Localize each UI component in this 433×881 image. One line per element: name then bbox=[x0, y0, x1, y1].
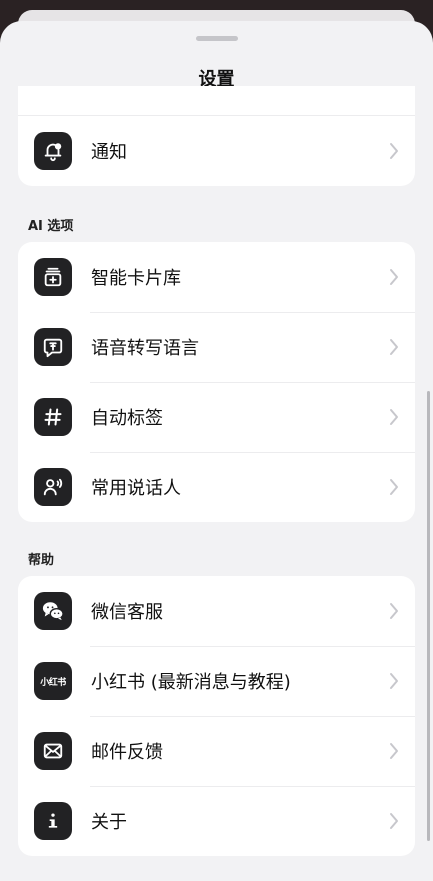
speaker-person-icon bbox=[34, 468, 72, 506]
settings-item-label: 自动标签 bbox=[91, 408, 163, 429]
section-title-ai: AI 选项 bbox=[28, 219, 74, 234]
settings-item-label: 智能卡片库 bbox=[91, 268, 181, 289]
chevron-right-icon bbox=[390, 339, 398, 355]
xiaohongshu-logo-text: 小红书 bbox=[40, 677, 66, 688]
settings-item-wechat-support[interactable]: 微信客服 bbox=[18, 576, 415, 646]
settings-item-about[interactable]: 关于 bbox=[18, 786, 415, 856]
mail-icon bbox=[34, 732, 72, 770]
settings-item-card-library[interactable]: 智能卡片库 bbox=[18, 242, 415, 312]
settings-item-transcribe-language[interactable]: 语音转写语言 bbox=[18, 312, 415, 382]
sheet-grabber[interactable] bbox=[196, 36, 238, 41]
general-group: 通知 bbox=[18, 86, 415, 186]
chevron-right-icon bbox=[390, 743, 398, 759]
chevron-right-icon bbox=[390, 479, 398, 495]
settings-item-label: 微信客服 bbox=[91, 602, 163, 623]
settings-item-label: 常用说话人 bbox=[91, 478, 181, 499]
transcribe-language-icon bbox=[34, 328, 72, 366]
settings-item-label: 邮件反馈 bbox=[91, 742, 163, 763]
section-title-help: 帮助 bbox=[28, 553, 55, 568]
hashtag-icon bbox=[34, 398, 72, 436]
row-divider bbox=[18, 115, 415, 116]
chevron-right-icon bbox=[390, 603, 398, 619]
settings-item-label: 语音转写语言 bbox=[91, 338, 199, 359]
xiaohongshu-icon: 小红书 bbox=[34, 662, 72, 700]
settings-item-email-feedback[interactable]: 邮件反馈 bbox=[18, 716, 415, 786]
wechat-icon bbox=[34, 592, 72, 630]
chevron-right-icon bbox=[390, 143, 398, 159]
chevron-right-icon bbox=[390, 813, 398, 829]
scrollbar[interactable] bbox=[427, 391, 430, 841]
chevron-right-icon bbox=[390, 673, 398, 689]
chevron-right-icon bbox=[390, 409, 398, 425]
settings-item-auto-tags[interactable]: 自动标签 bbox=[18, 382, 415, 452]
info-icon bbox=[34, 802, 72, 840]
settings-item-frequent-speakers[interactable]: 常用说话人 bbox=[18, 452, 415, 522]
ai-options-group: 智能卡片库 语音转写语言 自动标签 常用说话人 bbox=[18, 242, 415, 522]
settings-item-label: 小红书 (最新消息与教程) bbox=[91, 672, 291, 693]
settings-item-label: 关于 bbox=[91, 812, 127, 833]
chevron-right-icon bbox=[390, 269, 398, 285]
bell-icon bbox=[34, 132, 72, 170]
settings-item-xiaohongshu[interactable]: 小红书 小红书 (最新消息与教程) bbox=[18, 646, 415, 716]
settings-sheet: 设置 通知 AI 选项 智能卡片库 语音转写语言 自动标签 常用说话人 帮助 微… bbox=[0, 21, 433, 881]
card-library-icon bbox=[34, 258, 72, 296]
help-group: 微信客服 小红书 小红书 (最新消息与教程) 邮件反馈 关于 bbox=[18, 576, 415, 856]
settings-item-label: 通知 bbox=[91, 142, 127, 163]
settings-item-notifications[interactable]: 通知 bbox=[18, 116, 415, 186]
